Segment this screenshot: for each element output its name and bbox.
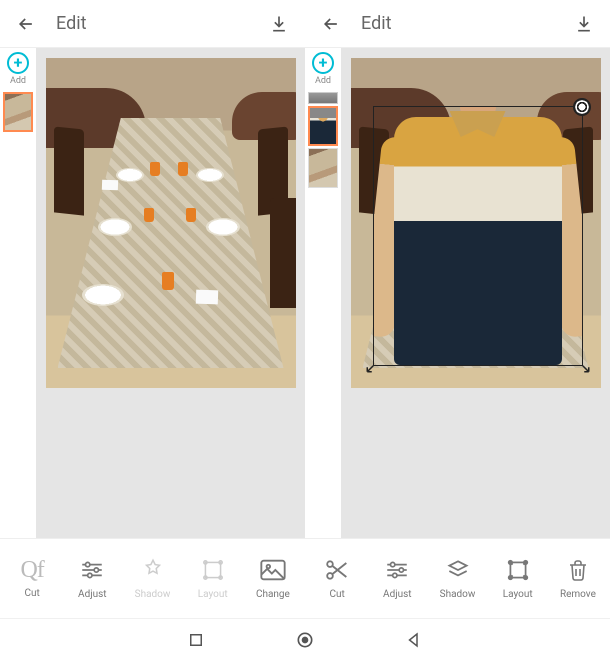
layer-sidebar: + Add bbox=[305, 48, 341, 538]
tool-label: Layout bbox=[198, 589, 228, 600]
sliders-icon bbox=[382, 555, 412, 585]
nav-back-button[interactable] bbox=[405, 631, 423, 649]
bottom-toolbar: Qf Cut Adjust Shadow Layout bbox=[0, 538, 305, 618]
brand-text: Qf bbox=[20, 557, 43, 584]
download-icon bbox=[574, 14, 594, 34]
selection-box[interactable] bbox=[373, 106, 583, 366]
layer-sidebar: + Add bbox=[0, 48, 36, 538]
arrow-left-icon bbox=[16, 14, 36, 34]
tool-label: Shadow bbox=[135, 589, 171, 600]
tool-remove[interactable]: Remove bbox=[548, 555, 608, 600]
target-icon bbox=[573, 98, 591, 116]
nav-recent-button[interactable] bbox=[187, 631, 205, 649]
scissors-icon bbox=[322, 555, 352, 585]
tool-adjust[interactable]: Adjust bbox=[367, 555, 427, 600]
tool-layout[interactable]: Layout bbox=[488, 555, 548, 600]
torso bbox=[394, 117, 562, 365]
layout-icon bbox=[198, 555, 228, 585]
tool-shadow[interactable]: Shadow bbox=[427, 555, 487, 600]
resize-handle-bl[interactable] bbox=[365, 356, 383, 374]
cup bbox=[162, 272, 174, 290]
editor-area: + Add bbox=[0, 48, 305, 538]
download-button[interactable] bbox=[265, 10, 293, 38]
tool-label: Cut bbox=[24, 588, 39, 599]
resize-arrow-icon bbox=[573, 356, 591, 374]
plate bbox=[206, 218, 240, 236]
layer-thumb-background[interactable] bbox=[3, 92, 33, 132]
chair bbox=[270, 198, 296, 308]
tool-layout: Layout bbox=[183, 555, 243, 600]
back-button[interactable] bbox=[12, 10, 40, 38]
napkin bbox=[101, 180, 117, 191]
cup bbox=[186, 208, 196, 222]
layer-reorder-handle[interactable] bbox=[308, 92, 338, 104]
nav-home-button[interactable] bbox=[295, 630, 315, 650]
resize-handle-br[interactable] bbox=[573, 356, 591, 374]
tool-label: Shadow bbox=[440, 589, 476, 600]
tool-label: Change bbox=[256, 589, 290, 600]
tool-label: Adjust bbox=[78, 589, 107, 600]
tool-adjust[interactable]: Adjust bbox=[62, 555, 122, 600]
plate bbox=[82, 284, 124, 306]
layer-thumb-shirt[interactable] bbox=[308, 106, 338, 146]
system-nav-bar bbox=[0, 618, 610, 661]
layer-thumb-background[interactable] bbox=[308, 148, 338, 188]
editor-area: + Add bbox=[305, 48, 610, 538]
plus-icon: + bbox=[7, 52, 29, 74]
page-title: Edit bbox=[56, 13, 249, 34]
tool-label: Cut bbox=[329, 589, 344, 600]
tool-cut[interactable]: Cut bbox=[307, 555, 367, 600]
layout-icon bbox=[503, 555, 533, 585]
brand-logo: Qf Cut bbox=[2, 557, 62, 599]
tool-shadow: Shadow bbox=[122, 555, 182, 600]
cup bbox=[144, 208, 154, 222]
trash-icon bbox=[563, 555, 593, 585]
arrow-left-icon bbox=[321, 14, 341, 34]
bottom-toolbar: Cut Adjust Shadow Layout bbox=[305, 538, 610, 618]
add-layer-button[interactable]: + Add bbox=[305, 50, 341, 90]
add-label: Add bbox=[10, 76, 26, 86]
screen-left: Edit + Add bbox=[0, 0, 305, 618]
canvas-wrap bbox=[36, 48, 305, 538]
plate bbox=[116, 168, 144, 182]
resize-arrow-icon bbox=[365, 356, 383, 374]
image-icon bbox=[258, 555, 288, 585]
canvas[interactable] bbox=[46, 58, 296, 388]
chair bbox=[54, 126, 84, 215]
tool-label: Layout bbox=[503, 589, 533, 600]
topbar: Edit bbox=[305, 0, 610, 48]
tool-change[interactable]: Change bbox=[243, 555, 303, 600]
shadow-icon bbox=[138, 555, 168, 585]
sliders-icon bbox=[77, 555, 107, 585]
download-icon bbox=[269, 14, 289, 34]
plus-icon: + bbox=[312, 52, 334, 74]
layers-icon bbox=[443, 555, 473, 585]
circle-icon bbox=[295, 630, 315, 650]
shirt-layer[interactable] bbox=[374, 107, 582, 365]
plate bbox=[98, 218, 132, 236]
back-button[interactable] bbox=[317, 10, 345, 38]
napkin bbox=[195, 290, 217, 305]
canvas[interactable] bbox=[351, 58, 601, 388]
tool-label: Adjust bbox=[383, 589, 412, 600]
tool-label: Remove bbox=[560, 589, 596, 600]
cup bbox=[150, 162, 160, 176]
screen-right: Edit + Add bbox=[305, 0, 610, 618]
triangle-left-icon bbox=[405, 631, 423, 649]
topbar: Edit bbox=[0, 0, 305, 48]
add-label: Add bbox=[315, 76, 331, 86]
rotate-handle[interactable] bbox=[573, 98, 591, 116]
plate bbox=[196, 168, 224, 182]
square-icon bbox=[187, 631, 205, 649]
add-layer-button[interactable]: + Add bbox=[0, 50, 36, 90]
download-button[interactable] bbox=[570, 10, 598, 38]
cup bbox=[178, 162, 188, 176]
page-title: Edit bbox=[361, 13, 554, 34]
canvas-wrap bbox=[341, 48, 610, 538]
